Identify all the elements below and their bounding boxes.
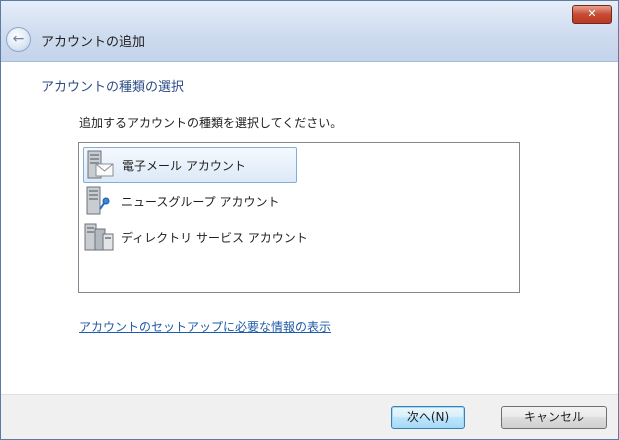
- back-button[interactable]: ←: [6, 27, 31, 52]
- list-item-label: ディレクトリ サービス アカウント: [121, 230, 308, 245]
- dialog-content: アカウントの種類の選択 追加するアカウントの種類を選択してください。 電子メール…: [1, 62, 618, 394]
- list-item-email-account[interactable]: 電子メール アカウント: [83, 147, 297, 183]
- newsgroup-server-icon: [83, 185, 115, 217]
- list-item-newsgroup-account[interactable]: ニュースグループ アカウント: [83, 184, 297, 218]
- directory-server-icon: [83, 221, 115, 253]
- window-title: アカウントの追加: [41, 35, 146, 50]
- list-item-label: 電子メール アカウント: [122, 158, 246, 173]
- title-bar: ✕ ← アカウントの追加: [1, 1, 618, 62]
- cancel-button[interactable]: キャンセル: [501, 406, 607, 429]
- list-item-directory-service-account[interactable]: ディレクトリ サービス アカウント: [83, 220, 308, 254]
- back-arrow-icon: ←: [12, 31, 25, 47]
- account-type-list[interactable]: 電子メール アカウント ニュースグループ アカウント ディレクトリ サービス ア…: [78, 142, 520, 293]
- close-button[interactable]: ✕: [572, 5, 612, 24]
- instruction-text: 追加するアカウントの種類を選択してください。: [79, 116, 343, 130]
- email-server-icon: [84, 149, 116, 181]
- next-button[interactable]: 次へ(N): [391, 406, 465, 429]
- list-item-label: ニュースグループ アカウント: [121, 194, 280, 209]
- setup-info-link[interactable]: アカウントのセットアップに必要な情報の表示: [79, 318, 331, 335]
- section-title: アカウントの種類の選択: [41, 80, 185, 95]
- add-account-dialog: ✕ ← アカウントの追加 アカウントの種類の選択 追加するアカウントの種類を選択…: [0, 0, 619, 440]
- dialog-footer: 次へ(N) キャンセル: [1, 394, 618, 439]
